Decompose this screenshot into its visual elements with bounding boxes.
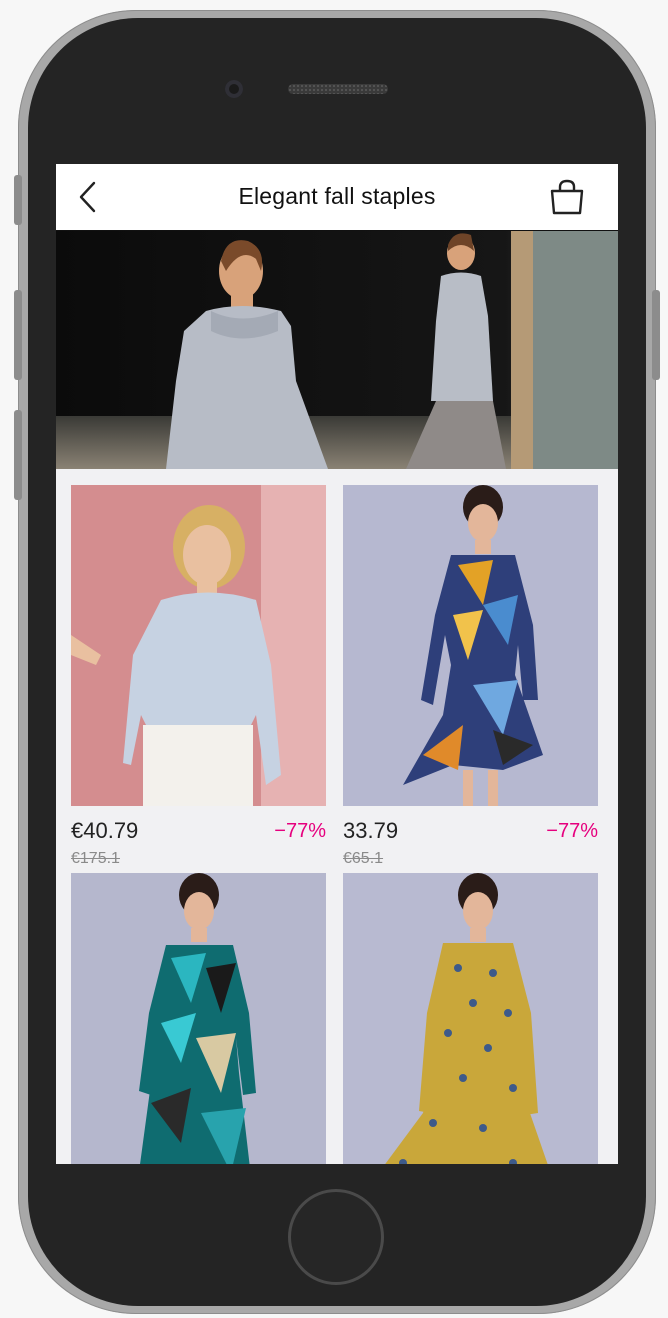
product-card[interactable] bbox=[71, 873, 326, 1164]
power-button bbox=[652, 290, 660, 380]
product-photo-geometric-dress bbox=[343, 485, 598, 806]
app-screen: Elegant fall staples €40.79 −77% €175.1 … bbox=[56, 164, 618, 1164]
original-price: €175.1 bbox=[71, 850, 120, 867]
home-button[interactable] bbox=[288, 1189, 384, 1285]
product-photo-mustard-dress bbox=[343, 873, 598, 1164]
volume-down-button bbox=[14, 410, 22, 500]
product-price: €40.79 bbox=[71, 818, 139, 843]
product-card[interactable]: 33.79 −77% €65.1 bbox=[343, 485, 598, 868]
banner-image bbox=[56, 231, 618, 469]
product-card[interactable]: €40.79 −77% €175.1 bbox=[71, 485, 326, 868]
product-image[interactable] bbox=[343, 873, 598, 1164]
discount-badge: −77% bbox=[274, 820, 326, 842]
front-camera bbox=[225, 80, 243, 98]
product-image[interactable] bbox=[71, 873, 326, 1164]
product-image[interactable] bbox=[71, 485, 326, 806]
volume-up-button bbox=[14, 290, 22, 380]
earpiece-speaker bbox=[288, 84, 388, 94]
product-photo-blouse bbox=[71, 485, 326, 806]
price-row: €40.79 −77% bbox=[71, 818, 326, 848]
discount-badge: −77% bbox=[546, 820, 598, 842]
original-price: €65.1 bbox=[343, 850, 384, 867]
product-image[interactable] bbox=[343, 485, 598, 806]
promo-banner[interactable] bbox=[56, 231, 618, 469]
mute-switch bbox=[14, 175, 22, 225]
top-navbar: Elegant fall staples bbox=[56, 164, 618, 231]
product-card[interactable] bbox=[343, 873, 598, 1164]
product-photo-teal-dress bbox=[71, 873, 326, 1164]
cart-button[interactable] bbox=[548, 178, 586, 216]
product-price: 33.79 bbox=[343, 818, 399, 843]
price-row: 33.79 −77% bbox=[343, 818, 598, 848]
page-title: Elegant fall staples bbox=[238, 183, 436, 209]
shopping-bag-icon bbox=[550, 179, 584, 215]
